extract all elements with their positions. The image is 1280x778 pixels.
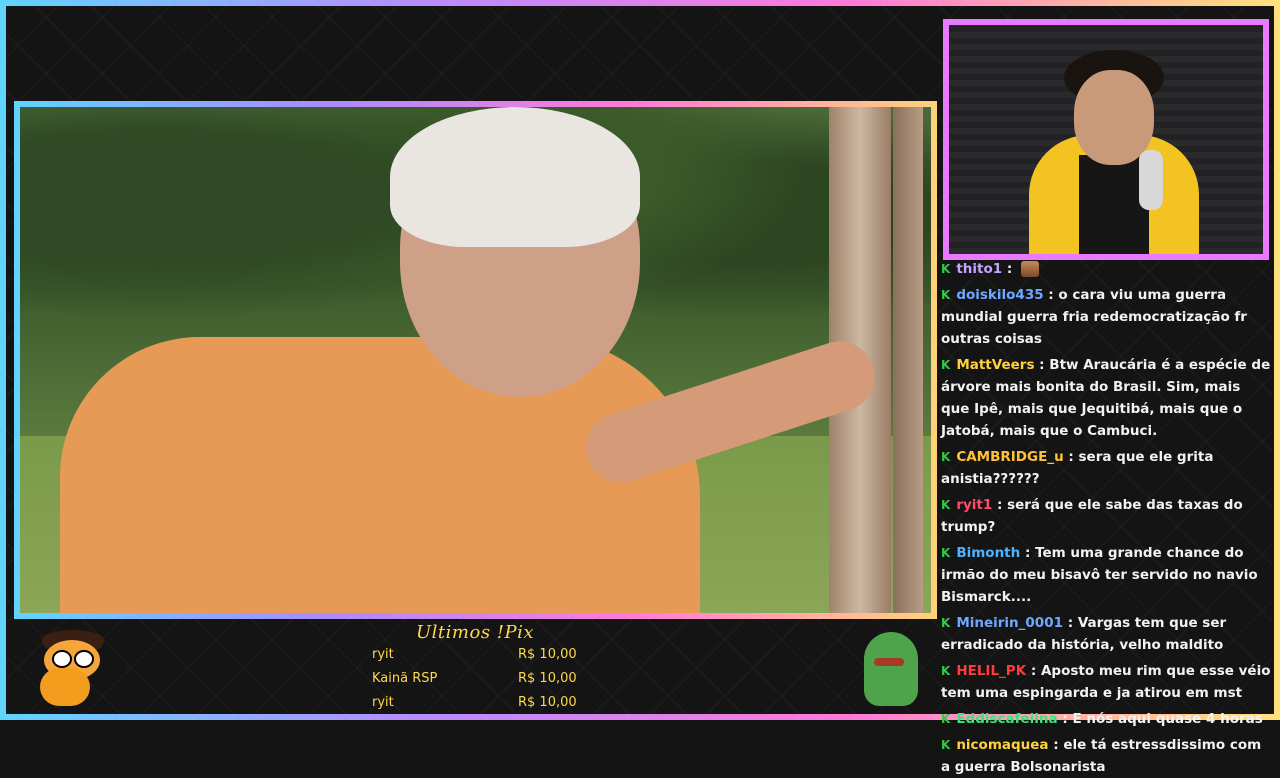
chat-message: K Eddiscafeiina : E nós aqui quase 4 hora… [941,708,1271,730]
webcam-feed [943,19,1269,260]
kick-badge-icon: K [941,738,951,752]
pix-amount: R$ 10,00 [518,695,577,710]
pix-name: ryit [372,647,394,662]
pix-amount: R$ 10,00 [518,647,577,662]
pix-name: ryit [372,695,394,710]
chat-message: Knicomaquea : ele tá estressdissimo com … [941,734,1271,778]
chat-username[interactable]: Mineirin_0001 [956,615,1063,631]
kick-badge-icon: K [941,450,951,464]
pix-amount: R$ 10,00 [518,671,577,686]
mascot-character [30,630,110,712]
chat-username[interactable]: Eddiscafeiina [956,711,1057,727]
chat-username[interactable]: thito1 [956,261,1002,277]
chat-username[interactable]: Bimonth [956,545,1020,561]
kick-badge-icon: K [941,616,951,630]
chat-message: Kryit1 : será que ele sabe das taxas do … [941,494,1271,538]
chat-username[interactable]: ryit1 [956,497,992,513]
man-hair [390,107,640,247]
wooden-post-2 [893,107,923,613]
chat-username[interactable]: MattVeers [956,357,1034,373]
kick-badge-icon: K [941,288,951,302]
chat-username[interactable]: nicomaquea [956,737,1048,753]
chat-message: K CAMBRIDGE_u : sera que ele grita anisti… [941,446,1271,490]
chat-message: K HELIL_PK : Aposto meu rim que esse véio… [941,660,1271,704]
video-scene [20,107,931,613]
microphone [1139,150,1163,210]
kick-badge-icon: K [941,712,951,726]
chat-message: Kdoiskilo435 : o cara viu uma guerra mun… [941,284,1271,350]
streamer-head [1074,70,1154,165]
emote-icon [1020,261,1039,277]
kick-badge-icon: K [941,358,951,372]
chat-message: K Mineirin_0001 : Vargas tem que ser erra… [941,612,1271,656]
chat-message: K Bimonth : Tem uma grande chance do irmã… [941,542,1271,608]
chat-username[interactable]: doiskilo435 [956,287,1043,303]
pepe-frog-emote [860,628,920,710]
chat-message: Kthito1 : [941,258,1271,280]
kick-badge-icon: K [941,546,951,560]
main-video [14,101,937,619]
chat-username[interactable]: CAMBRIDGE_u [956,449,1063,465]
chat-panel: Kthito1 : Kdoiskilo435 : o cara viu uma … [941,258,1271,775]
chat-username[interactable]: HELIL_PK [956,663,1026,679]
kick-badge-icon: K [941,498,951,512]
chat-text: E nós aqui quase 4 horas [1072,711,1263,727]
pix-title: Ultimos !Pix [416,622,535,643]
kick-badge-icon: K [941,664,951,678]
kick-badge-icon: K [941,262,951,276]
pix-name: Kainã RSP [372,671,438,686]
chat-message: K MattVeers : Btw Araucária é a espécie d… [941,354,1271,442]
